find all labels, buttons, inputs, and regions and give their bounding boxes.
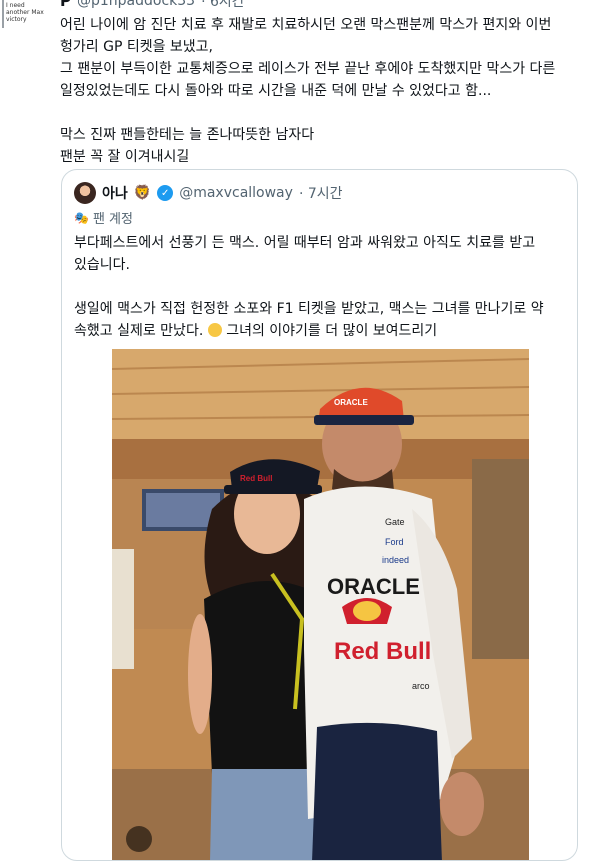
quoted-time[interactable]: · 7시간	[299, 183, 343, 203]
thread-line	[2, 0, 4, 28]
quoted-line: 생일에 맥스가 직접 헌정한 소포와 F1 티켓을 받았고, 맥스는 그녀를 만…	[74, 301, 544, 317]
suit-redbull-text: Red Bull	[334, 638, 431, 665]
account-label-text: 팬 계정	[92, 212, 133, 227]
author-name[interactable]: P	[60, 0, 71, 10]
tweet-line: 일정있었는데도 다시 돌아와 따로 시간을 내준 덕에 만날 수 있었다고 함.…	[60, 83, 492, 99]
quoted-tweet[interactable]: 아나 🦁 ✓ @maxvcalloway · 7시간 🎭 팬 계정 부다페스트에…	[61, 169, 578, 861]
tweet-line: 그 팬분이 부득이한 교통체증으로 레이스가 전부 끝난 후에야 도착했지만 막…	[60, 61, 556, 77]
suit-oracle-text: ORACLE	[327, 574, 420, 599]
quoted-spacer	[74, 276, 566, 298]
quoted-author-handle[interactable]: @maxvcalloway	[179, 185, 293, 201]
account-label: 🎭 팬 계정	[74, 208, 133, 228]
quoted-avatar[interactable]	[74, 182, 96, 204]
quoted-body: 부다페스트에서 선풍기 든 맥스. 어릴 때부터 암과 싸워왔고 아직도 치료를…	[74, 232, 566, 342]
mask-icon: 🎭	[74, 210, 89, 225]
media-icon[interactable]	[126, 826, 152, 852]
tweet-line: 어린 나이에 암 진단 치료 후 재발로 치료하시던 오랜 막스팬분께 막스가 …	[60, 17, 552, 33]
sweat-smile-emoji-icon	[207, 323, 222, 337]
avatar-caption: I need another Max victory	[6, 2, 44, 23]
photo-scene: ORACLE Red Bull Gate Ford indeed arco OR…	[112, 349, 529, 860]
max-cap-text: ORACLE	[334, 398, 368, 407]
quoted-header: 아나 🦁 ✓ @maxvcalloway · 7시간	[74, 182, 343, 204]
tweet-line: 팬분 꼭 잘 이겨내시길	[60, 149, 190, 165]
suit-arco-text: arco	[412, 681, 430, 691]
quoted-line: 있습니다.	[74, 257, 130, 273]
avatar-column: I need another Max victory	[0, 0, 52, 40]
tweet-line-spacer	[60, 102, 580, 124]
author-handle[interactable]: @p1npaddock33	[77, 0, 195, 9]
tweet-line: 막스 진짜 팬들한테는 늘 존나따뜻한 남자다	[60, 127, 315, 143]
quoted-line-part: 그녀의 이야기를 더 많이 보여드리기	[226, 323, 438, 339]
quoted-line-mixed: 속했고 실제로 만났다. 그녀의 이야기를 더 많이 보여드리기	[74, 320, 566, 342]
tweet-body: 어린 나이에 암 진단 치료 후 재발로 치료하시던 오랜 막스팬분께 막스가 …	[60, 14, 580, 168]
girl-cap-text: Red Bull	[240, 474, 272, 483]
tweet-header: P @p1npaddock33 · 6시간	[60, 0, 245, 11]
quoted-author-name[interactable]: 아나	[102, 183, 128, 203]
lion-icon: 🦁	[133, 185, 152, 201]
quoted-line-part: 속했고 실제로 만났다.	[74, 323, 204, 339]
suit-ford-text: Ford	[385, 537, 404, 547]
suit-indeed-text: indeed	[382, 555, 409, 565]
tweet-line: 헝가리 GP 티켓을 보냈고,	[60, 39, 214, 55]
quoted-photo[interactable]: ORACLE Red Bull Gate Ford indeed arco OR…	[112, 349, 529, 860]
quoted-line: 부다페스트에서 선풍기 든 맥스. 어릴 때부터 암과 싸워왔고 아직도 치료를…	[74, 235, 536, 251]
suit-gate-text: Gate	[385, 517, 405, 527]
verified-badge-icon: ✓	[157, 185, 174, 201]
tweet-time[interactable]: · 6시간	[201, 0, 245, 11]
